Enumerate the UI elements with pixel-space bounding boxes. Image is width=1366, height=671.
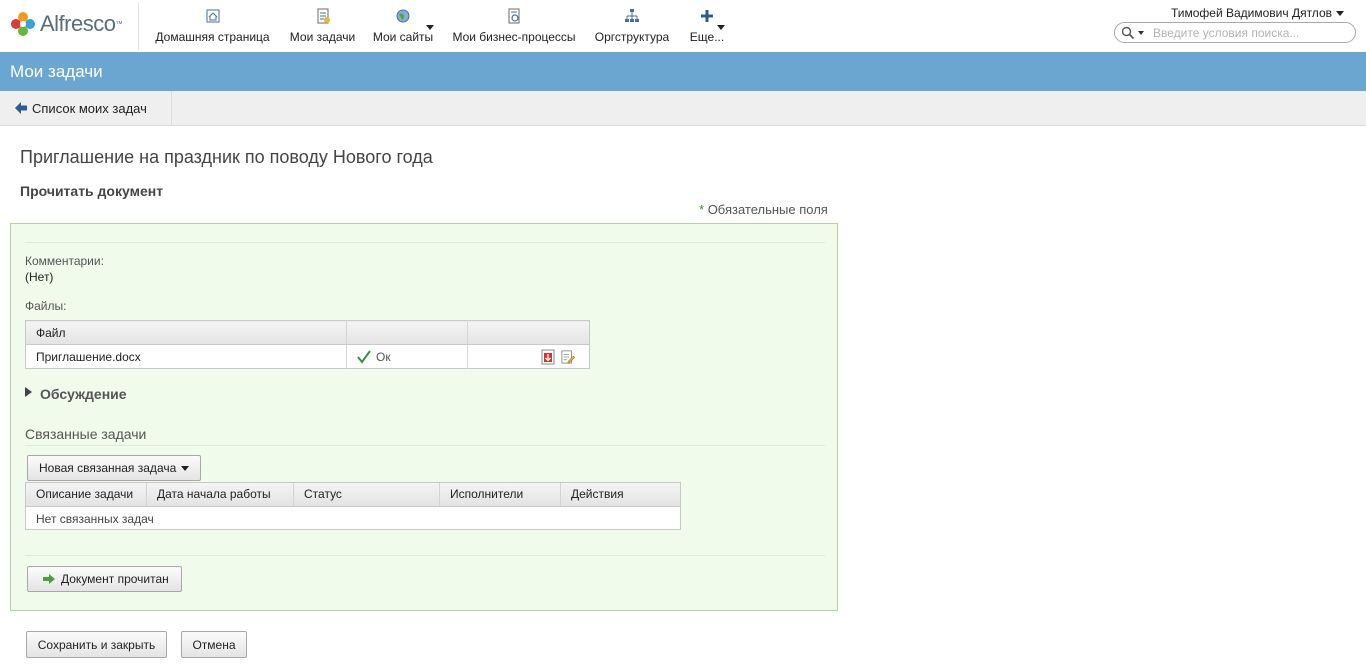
table-row: Приглашение.docx Ок	[25, 344, 590, 369]
search-icon[interactable]	[1121, 26, 1135, 40]
file-status: Ок	[376, 349, 391, 364]
back-to-tasks-link[interactable]: Список моих задач	[0, 91, 172, 125]
app-header: Alfresco ™ Домашняя страница Мои задачи …	[0, 0, 1366, 52]
column-header[interactable]: Описание задачи	[26, 483, 147, 506]
actions-divider	[25, 555, 825, 556]
related-tasks-header: Описание задачи Дата начала работы Стату…	[26, 483, 680, 507]
user-name: Тимофей Вадимович Дятлов	[1170, 6, 1332, 20]
nav-my-sites[interactable]: Мои сайты	[372, 8, 434, 48]
file-name-cell[interactable]: Приглашение.docx	[25, 344, 347, 369]
back-bar: Список моих задач	[0, 91, 1366, 126]
logo-text: Alfresco	[40, 11, 116, 36]
document-read-button[interactable]: Документ прочитан	[27, 566, 182, 592]
task-title: Приглашение на праздник по поводу Нового…	[20, 147, 433, 167]
related-tasks-table: Описание задачи Дата начала работы Стату…	[25, 482, 681, 530]
plus-icon	[701, 10, 713, 22]
search-options-caret-icon[interactable]	[1138, 31, 1144, 35]
task-subtitle: Прочитать документ	[20, 183, 164, 199]
panel-divider	[25, 242, 825, 243]
related-divider	[25, 445, 825, 446]
home-icon	[206, 9, 219, 23]
header-divider	[138, 2, 139, 50]
required-star: *	[699, 202, 705, 217]
file-name[interactable]: Приглашение.docx	[36, 350, 141, 364]
files-column-header: Файл	[25, 320, 347, 345]
files-table: Файл Приглашение.docx Ок	[25, 320, 590, 369]
nav-my-workflows[interactable]: Мои бизнес-процессы	[450, 8, 578, 48]
search-input[interactable]	[1153, 25, 1349, 40]
tasks-icon	[317, 8, 330, 24]
files-table-header: Файл	[25, 320, 590, 345]
nav-more-label: Еще...	[689, 30, 725, 44]
checkmark-icon	[357, 349, 371, 364]
column-header: Действия	[571, 487, 624, 501]
workflows-icon	[508, 8, 520, 24]
alfresco-logo[interactable]: Alfresco ™	[10, 10, 128, 38]
page-title: Мои задачи	[10, 62, 103, 81]
save-and-close-button[interactable]: Сохранить и закрыть	[26, 631, 167, 658]
related-tasks-empty-message: Нет связанных задач	[36, 512, 154, 526]
nav-orgstructure-label: Оргструктура	[594, 30, 670, 44]
nav-orgstructure[interactable]: Оргструктура	[593, 8, 671, 48]
alfresco-flower-icon	[11, 12, 35, 36]
arrow-right-icon	[43, 574, 55, 584]
required-note-text: Обязательные поля	[707, 202, 828, 217]
nav-home-label: Домашняя страница	[155, 30, 270, 44]
cancel-button[interactable]: Отмена	[181, 631, 247, 658]
new-related-task-label: Новая связанная задача	[39, 461, 177, 475]
edit-properties-icon[interactable]	[561, 349, 575, 365]
sites-dropdown-arrow-icon[interactable]	[426, 25, 434, 30]
discussion-toggle[interactable]: Обсуждение	[25, 386, 127, 402]
file-actions-cell	[468, 345, 590, 369]
arrow-left-icon	[15, 102, 27, 114]
nav-my-tasks-label: Мои задачи	[289, 30, 356, 44]
nav-my-sites-label: Мои сайты	[372, 30, 434, 44]
page-title-bar: Мои задачи	[0, 52, 1366, 91]
column-header[interactable]: Дата начала работы	[147, 483, 294, 506]
nav-my-tasks[interactable]: Мои задачи	[288, 8, 357, 48]
file-status-cell: Ок	[346, 344, 468, 369]
discussion-label: Обсуждение	[40, 386, 127, 402]
logo-trademark: ™	[115, 20, 123, 28]
column-header[interactable]: Исполнители	[440, 483, 561, 506]
download-icon[interactable]	[541, 349, 555, 365]
search-box	[1114, 22, 1356, 43]
orgstructure-icon	[625, 9, 639, 22]
nav-my-workflows-label: Мои бизнес-процессы	[452, 30, 576, 44]
nav-home[interactable]: Домашняя страница	[153, 8, 272, 48]
comments-value: (Нет)	[25, 270, 54, 284]
required-fields-note: * Обязательные поля	[699, 202, 828, 217]
expand-triangle-icon	[25, 387, 32, 397]
related-tasks-heading: Связанные задачи	[25, 426, 147, 442]
user-menu-caret-icon	[1336, 11, 1344, 17]
document-read-label: Документ прочитан	[61, 572, 169, 586]
task-form-panel: Комментарии: (Нет) Файлы: Файл Приглашен…	[10, 223, 838, 611]
comments-label: Комментарии:	[25, 254, 104, 268]
back-link-label: Список моих задач	[32, 100, 147, 116]
sites-icon	[396, 9, 410, 23]
column-header[interactable]: Статус	[294, 483, 440, 506]
files-label: Файлы:	[25, 299, 67, 313]
actions-column-header	[467, 320, 590, 345]
new-related-task-button[interactable]: Новая связанная задача	[27, 455, 202, 481]
dropdown-caret-icon	[181, 465, 190, 471]
status-column-header	[346, 320, 468, 345]
user-menu[interactable]: Тимофей Вадимович Дятлов	[1171, 6, 1344, 20]
more-dropdown-arrow-icon[interactable]	[717, 25, 725, 30]
